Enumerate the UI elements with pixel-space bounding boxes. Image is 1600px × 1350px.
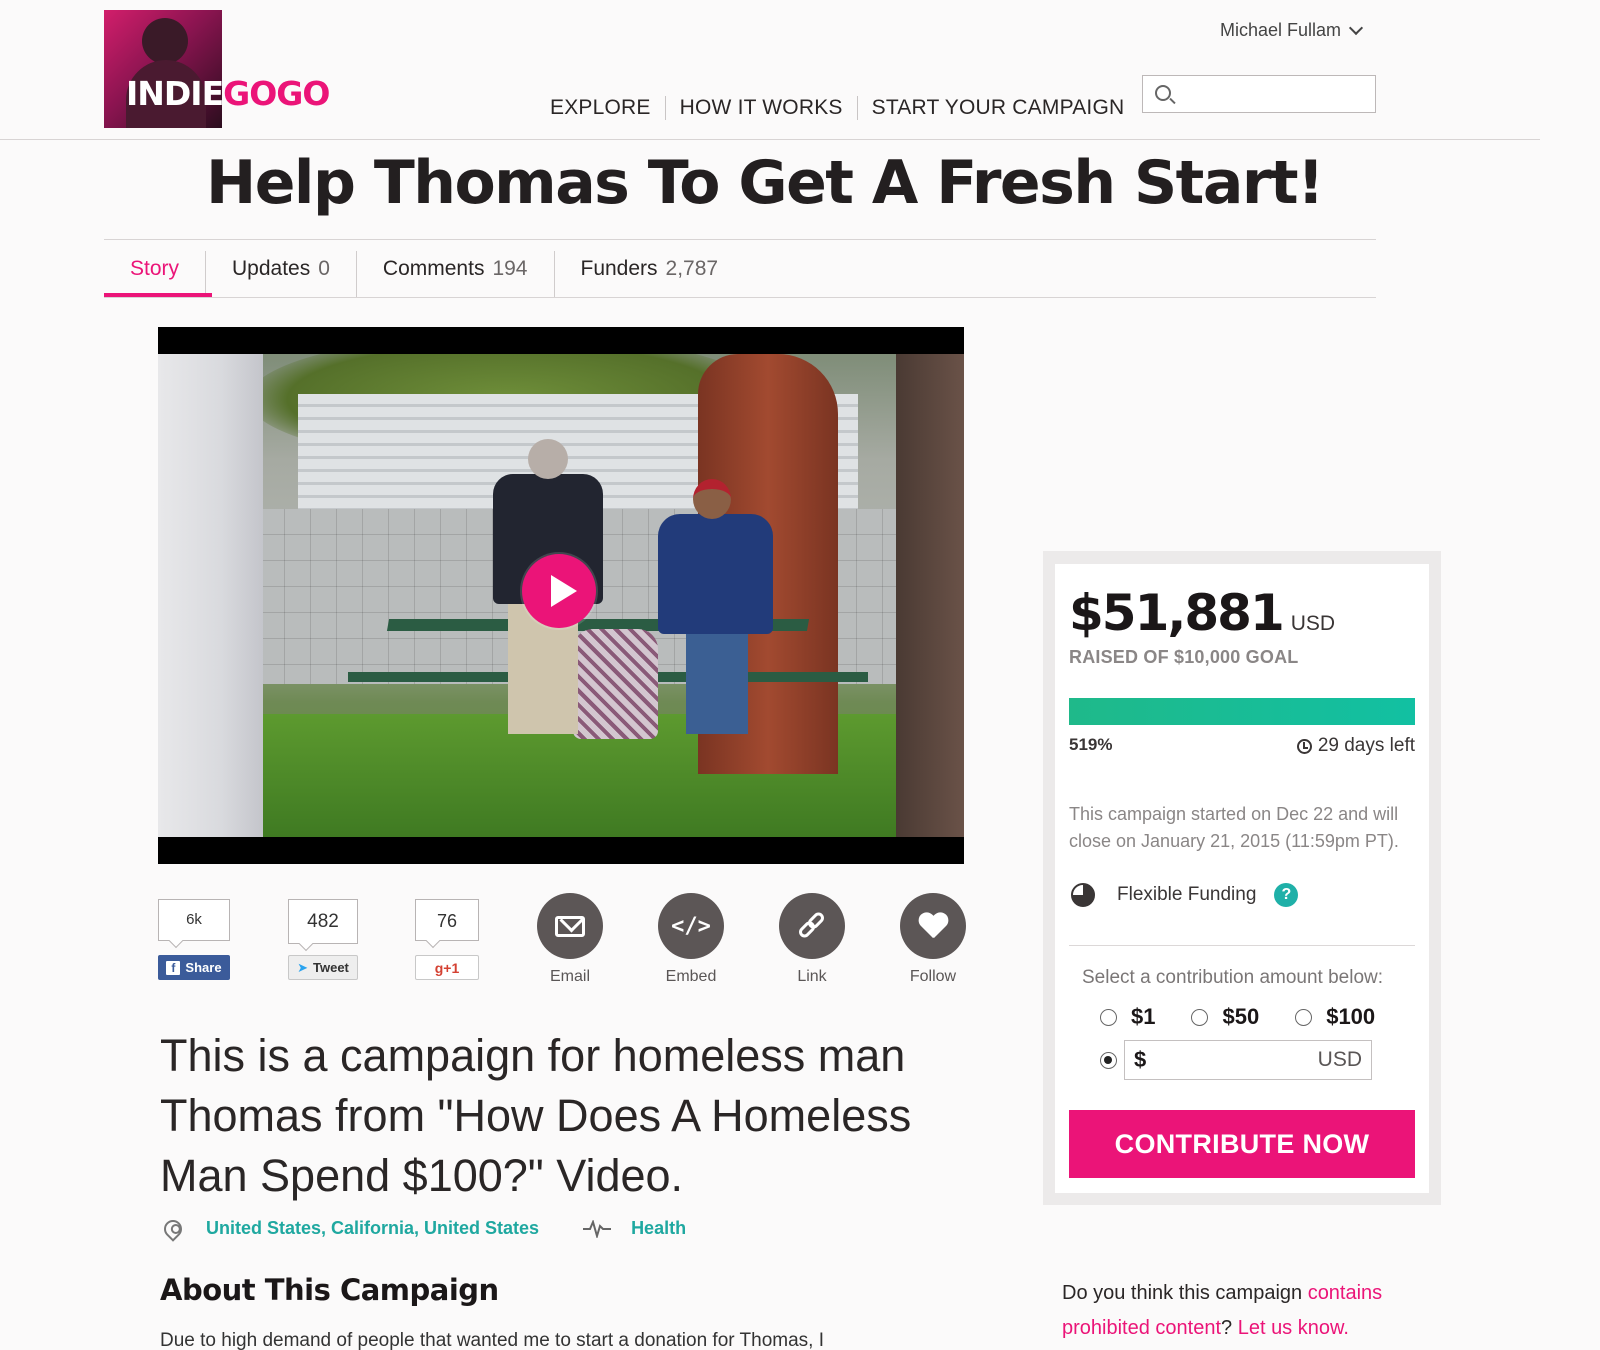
code-icon: </> bbox=[671, 913, 711, 939]
facebook-share-button[interactable]: f Share bbox=[158, 955, 230, 980]
campaign-tabs: Story Updates 0 Comments 194 Funders 2,787 bbox=[104, 251, 744, 297]
tab-count: 0 bbox=[318, 257, 330, 280]
tab-funders[interactable]: Funders 2,787 bbox=[553, 251, 745, 297]
report-campaign: Do you think this campaign contains proh… bbox=[1062, 1282, 1383, 1339]
tab-count: 2,787 bbox=[665, 257, 719, 280]
search-input[interactable] bbox=[1183, 80, 1368, 108]
raised-amount: $51,881 bbox=[1069, 584, 1285, 642]
option-50[interactable]: $50 bbox=[1191, 1004, 1259, 1030]
location-pin-icon bbox=[160, 1215, 186, 1242]
search-icon[interactable] bbox=[1155, 85, 1171, 101]
location-link[interactable]: United States, California, United States bbox=[206, 1218, 539, 1239]
envelope-icon bbox=[555, 915, 585, 937]
raised-currency: USD bbox=[1290, 612, 1336, 635]
user-name: Michael Fullam bbox=[1220, 20, 1342, 40]
pie-chart-icon bbox=[1071, 883, 1095, 907]
link-button[interactable] bbox=[779, 893, 845, 959]
contribute-now-button[interactable]: CONTRIBUTE NOW bbox=[1069, 1110, 1415, 1178]
tweet-button[interactable]: ➤ Tweet bbox=[288, 955, 358, 980]
facebook-count: 6k bbox=[158, 899, 230, 941]
currency-symbol: $ bbox=[1134, 1047, 1147, 1072]
user-menu[interactable]: Michael Fullam bbox=[1220, 20, 1364, 41]
email-button[interactable] bbox=[537, 893, 603, 959]
email-label: Email bbox=[549, 968, 590, 985]
logo-wordmark: INDIEGOGO bbox=[126, 74, 330, 113]
facebook-icon: f bbox=[166, 960, 181, 975]
search-box bbox=[1142, 75, 1376, 113]
campaign-dates: This campaign started on Dec 22 and will… bbox=[1069, 804, 1399, 851]
share-bar: 6k f Share 482 ➤ Tweet 76 g+1 Email </> … bbox=[158, 893, 968, 993]
clock-icon bbox=[1296, 738, 1312, 754]
custom-amount-field[interactable]: $ USD bbox=[1124, 1040, 1372, 1080]
option-1[interactable]: $1 bbox=[1100, 1004, 1155, 1030]
twitter-count: 482 bbox=[288, 899, 358, 944]
about-heading: About This Campaign bbox=[160, 1273, 499, 1307]
panel-divider bbox=[1069, 945, 1415, 946]
link-label: Link bbox=[797, 968, 827, 985]
contribution-options: $1 $50 $100 bbox=[1100, 1004, 1411, 1030]
days-left: 29 days left bbox=[1294, 735, 1415, 757]
nav-how-it-works[interactable]: HOW IT WORKS bbox=[664, 96, 857, 120]
google-plus-button[interactable]: g+1 bbox=[415, 955, 479, 980]
currency-suffix: USD bbox=[1317, 1048, 1362, 1071]
tabs-top-rule bbox=[104, 239, 1376, 240]
embed-label: Embed bbox=[665, 968, 717, 985]
heart-icon bbox=[918, 913, 948, 940]
tab-story[interactable]: Story bbox=[104, 251, 205, 297]
tabs-bottom-rule bbox=[104, 297, 1376, 298]
tab-comments[interactable]: Comments 194 bbox=[355, 251, 554, 297]
follow-label: Follow bbox=[909, 968, 957, 985]
amount-raised: $51,881 USD bbox=[1069, 584, 1335, 642]
pulse-icon bbox=[583, 1219, 612, 1238]
indiegogo-logo[interactable]: INDIEGOGO bbox=[104, 10, 330, 128]
progress-fill bbox=[1069, 698, 1415, 725]
contribution-prompt: Select a contribution amount below: bbox=[1082, 967, 1384, 988]
custom-amount-radio[interactable] bbox=[1100, 1051, 1117, 1069]
help-icon[interactable]: ? bbox=[1274, 883, 1299, 907]
nav-start-campaign[interactable]: START YOUR CAMPAIGN bbox=[856, 96, 1139, 120]
radio-button[interactable] bbox=[1100, 1008, 1117, 1026]
follow-button[interactable] bbox=[900, 893, 966, 959]
campaign-title: Help Thomas To Get A Fresh Start! bbox=[206, 148, 1324, 218]
custom-amount-row: $ USD bbox=[1100, 1040, 1372, 1080]
chevron-down-icon bbox=[1348, 20, 1364, 36]
chain-link-icon bbox=[796, 910, 827, 941]
campaign-meta: United States, California, United States… bbox=[160, 1215, 686, 1242]
tab-count: 194 bbox=[492, 257, 528, 280]
custom-amount-input[interactable] bbox=[1156, 1045, 1307, 1075]
goal-text: RAISED OF $10,000 GOAL bbox=[1069, 647, 1299, 667]
campaign-video[interactable] bbox=[158, 327, 964, 864]
option-100[interactable]: $100 bbox=[1295, 1004, 1375, 1030]
twitter-bird-icon: ➤ bbox=[297, 959, 308, 975]
tab-updates[interactable]: Updates 0 bbox=[205, 251, 356, 297]
google-plus-count: 76 bbox=[415, 899, 479, 941]
funding-type: Flexible Funding ? bbox=[1071, 883, 1299, 907]
play-button[interactable] bbox=[522, 554, 596, 628]
nav-explore[interactable]: EXPLORE bbox=[538, 96, 665, 120]
radio-button[interactable] bbox=[1191, 1008, 1209, 1026]
main-nav: EXPLORE HOW IT WORKS START YOUR CAMPAIGN bbox=[538, 96, 1138, 120]
about-text: Due to high demand of people that wanted… bbox=[160, 1330, 825, 1350]
campaign-headline: This is a campaign for homeless man Thom… bbox=[160, 1030, 912, 1201]
header-divider bbox=[0, 139, 1540, 140]
category-link[interactable]: Health bbox=[631, 1218, 686, 1239]
funded-percent: 519% bbox=[1069, 735, 1113, 754]
radio-button[interactable] bbox=[1295, 1008, 1313, 1026]
funding-progress-bar bbox=[1069, 698, 1415, 725]
let-us-know-link[interactable]: Let us know. bbox=[1238, 1317, 1349, 1339]
funding-type-label: Flexible Funding bbox=[1117, 884, 1257, 905]
embed-button[interactable]: </> bbox=[658, 893, 724, 959]
